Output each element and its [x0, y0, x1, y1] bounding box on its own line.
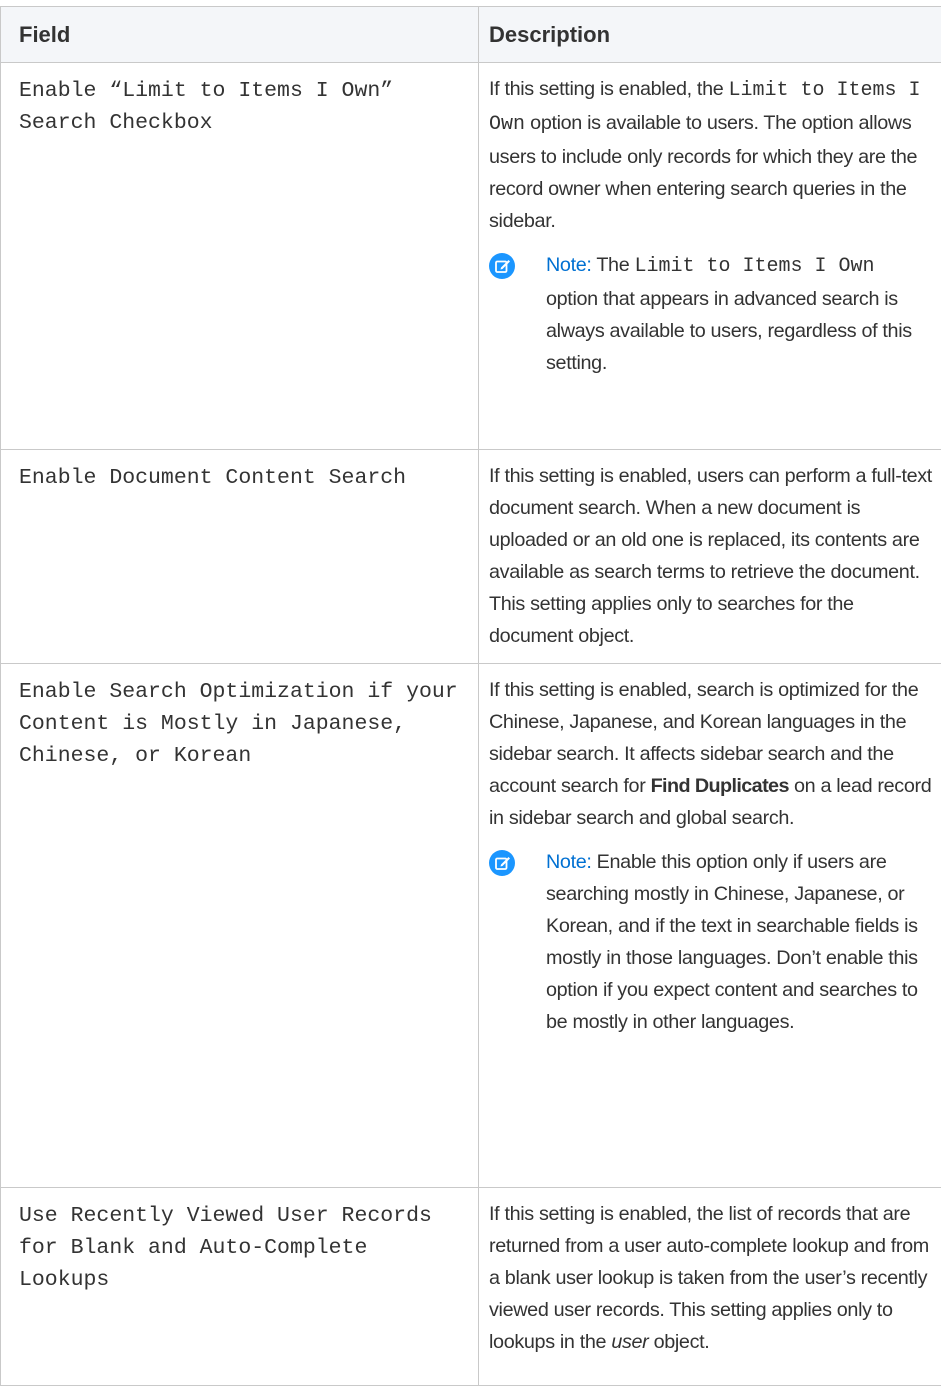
description-text-end: option is available to users. The option…: [489, 112, 917, 232]
description-text: If this setting is enabled, the Limit to…: [479, 63, 941, 390]
field-cell: Use Recently Viewed User Records for Bla…: [1, 1188, 479, 1386]
object-term: user: [611, 1331, 648, 1353]
description-text: If this setting is enabled, the list of …: [479, 1188, 941, 1369]
table-row: Enable “Limit to Items I Own” Search Che…: [1, 63, 941, 450]
description-paragraph: If this setting is enabled, users can pe…: [489, 460, 941, 652]
table-row: Enable Search Optimization if your Conte…: [1, 664, 941, 1188]
field-cell: Enable Search Optimization if your Conte…: [1, 664, 479, 1188]
field-cell: Enable “Limit to Items I Own” Search Che…: [1, 63, 479, 450]
description-text-end: object.: [648, 1331, 709, 1353]
description-text-start: If this setting is enabled, the: [489, 78, 729, 100]
field-cell: Enable Document Content Search: [1, 450, 479, 664]
description-cell: If this setting is enabled, the list of …: [479, 1188, 941, 1386]
note-text: Enable this option only if users are sea…: [546, 851, 918, 1033]
note-label: Note:: [546, 254, 592, 276]
note-text-end: option that appears in advanced search i…: [546, 288, 912, 374]
field-name: Enable Search Optimization if your Conte…: [1, 664, 478, 772]
description-text: If this setting is enabled, users can pe…: [479, 450, 941, 663]
note-edit-icon: [489, 253, 515, 279]
field-name: Enable Document Content Search: [1, 450, 478, 494]
note-text-start: The: [592, 254, 635, 276]
code-term: Limit to Items I Own: [635, 255, 875, 278]
description-cell: If this setting is enabled, search is op…: [479, 664, 941, 1188]
description-cell: If this setting is enabled, users can pe…: [479, 450, 941, 664]
note-label: Note:: [546, 851, 592, 873]
field-name: Use Recently Viewed User Records for Bla…: [1, 1188, 478, 1296]
field-name: Enable “Limit to Items I Own” Search Che…: [1, 63, 478, 139]
table-row: Enable Document Content Search If this s…: [1, 450, 941, 664]
ui-term: Find Duplicates: [651, 775, 789, 797]
table-header-row: Field Description: [1, 7, 941, 63]
column-header-description: Description: [479, 7, 941, 63]
table-row: Use Recently Viewed User Records for Bla…: [1, 1188, 941, 1386]
settings-table: Field Description Enable “Limit to Items…: [0, 6, 941, 1386]
note-block: Note: The Limit to Items I Own option th…: [489, 249, 941, 379]
description-cell: If this setting is enabled, the Limit to…: [479, 63, 941, 450]
note-block: Note: Enable this option only if users a…: [489, 846, 941, 1038]
note-edit-icon: [489, 850, 515, 876]
column-header-field: Field: [1, 7, 479, 63]
description-text: If this setting is enabled, search is op…: [479, 664, 941, 1049]
